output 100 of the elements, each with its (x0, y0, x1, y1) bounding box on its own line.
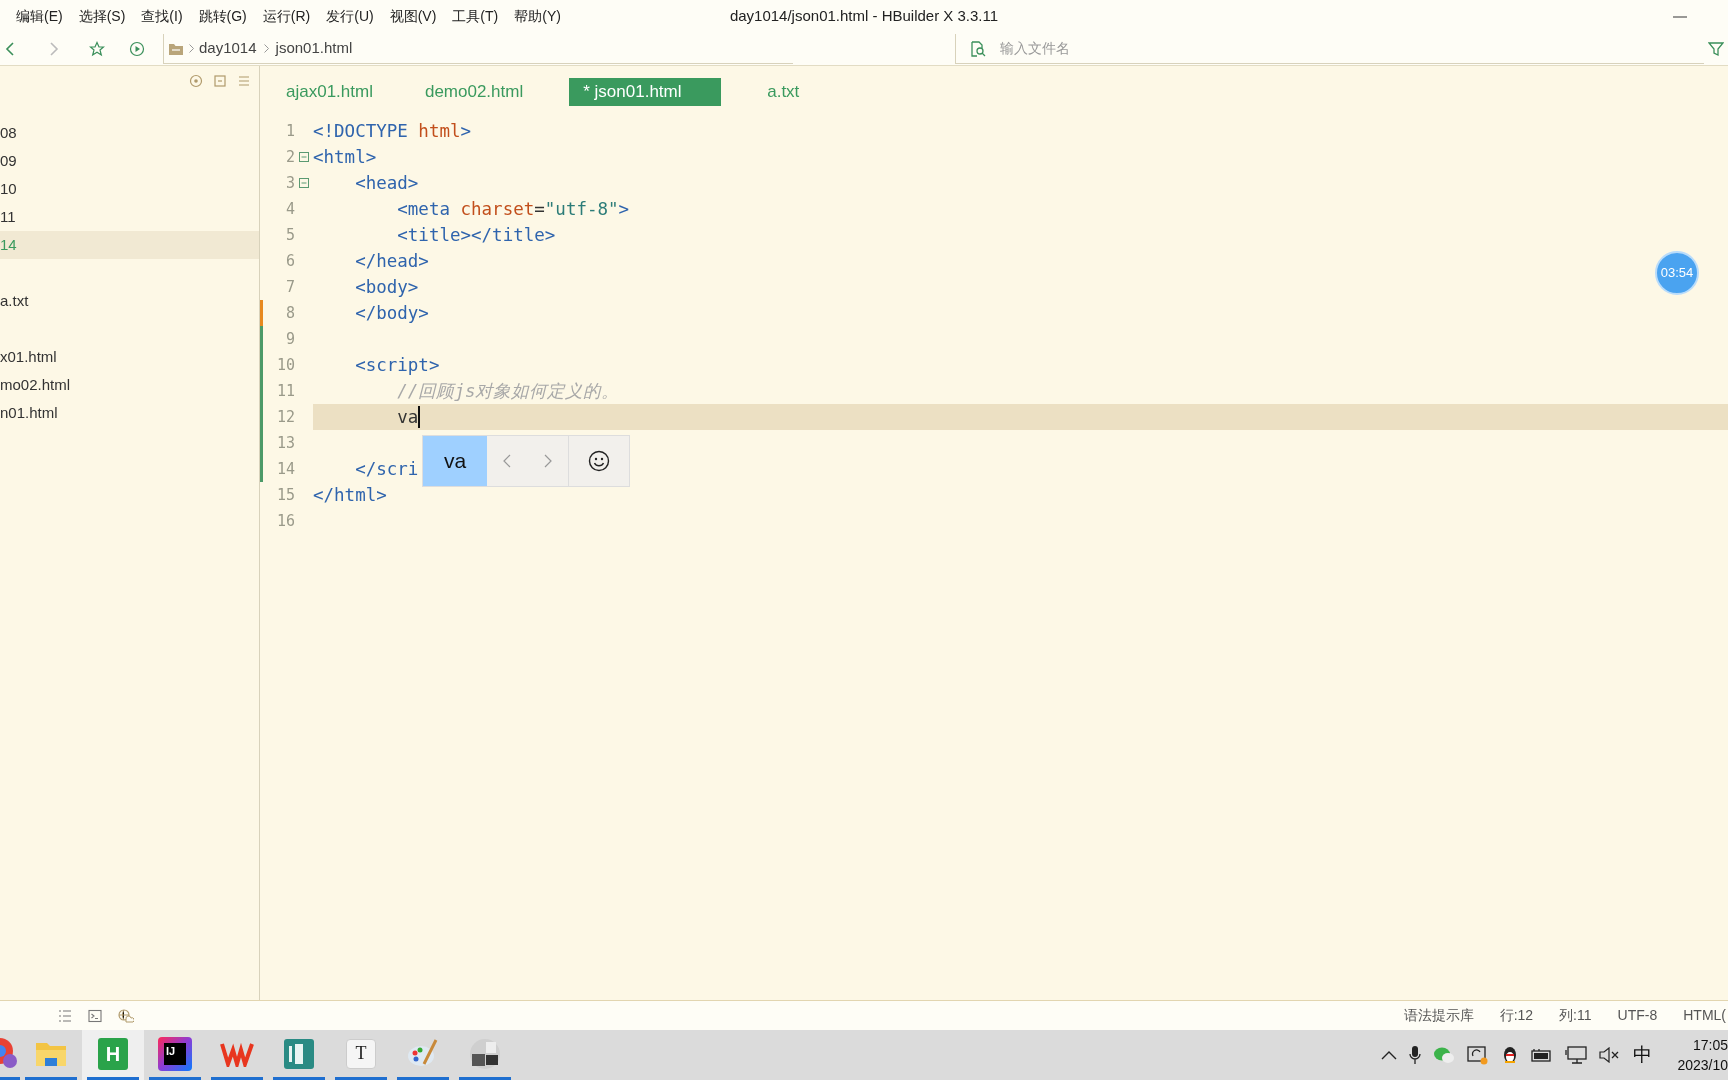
line-number: 16 (275, 510, 295, 532)
line-number: 15 (275, 484, 295, 506)
search-icon (970, 40, 986, 57)
running-indicator (335, 1077, 387, 1080)
star-icon[interactable] (89, 41, 105, 57)
reader-logo-icon (283, 1037, 315, 1070)
file-tree-item[interactable]: 11 (0, 203, 259, 231)
status-item[interactable]: 语法提示库 (1403, 1005, 1474, 1026)
locate-icon[interactable] (189, 74, 203, 88)
line-number: 9 (284, 328, 295, 350)
line-number: 7 (284, 276, 295, 298)
file-tree-item[interactable]: x01.html (0, 343, 259, 371)
file-search-field[interactable]: 输入文件名 (955, 34, 1704, 64)
line-number: 6 (284, 250, 295, 272)
line-number: 14 (275, 458, 295, 480)
running-indicator (273, 1077, 325, 1080)
mute-icon[interactable] (1599, 1047, 1621, 1063)
microphone-icon[interactable] (1409, 1045, 1421, 1065)
line-number: 1 (284, 120, 295, 142)
running-indicator (211, 1077, 263, 1080)
chevron-right-icon (189, 44, 194, 53)
menu-item[interactable]: 工具(T) (452, 6, 499, 27)
input-method-indicator[interactable]: 中 (1633, 1040, 1652, 1070)
penguin-icon[interactable] (1501, 1045, 1519, 1065)
fold-icon[interactable] (299, 178, 309, 188)
menu-item[interactable]: 跳转(G) (198, 6, 247, 27)
code-line: va (397, 405, 419, 429)
code-line: <!DOCTYPE html> (313, 119, 472, 143)
ide-logo-icon: IJ (158, 1036, 192, 1071)
ime-candidate[interactable]: va (423, 436, 487, 486)
menu-item[interactable]: 视图(V) (389, 6, 437, 27)
clock[interactable]: 17:05 2023/10 (1670, 1035, 1728, 1075)
menu-item[interactable]: 编辑(E) (16, 6, 63, 27)
line-number: 4 (284, 198, 295, 220)
folder-icon (168, 41, 184, 56)
previous-page-icon[interactable] (503, 454, 512, 468)
typora-logo-icon: T (346, 1038, 376, 1069)
code-line: </scri (355, 457, 419, 481)
menu-item[interactable]: 帮助(Y) (514, 6, 561, 27)
running-indicator (25, 1077, 77, 1080)
chat-icon[interactable] (1433, 1046, 1455, 1064)
status-item[interactable]: HTML( (1683, 1005, 1726, 1026)
file-search-input[interactable]: 输入文件名 (1000, 38, 1704, 59)
code-line: //回顾js对象如何定义的。 (397, 379, 620, 403)
code-line: </body> (355, 301, 429, 325)
taskbar-button[interactable]: IJ (144, 1030, 206, 1080)
code-line: </html> (313, 483, 387, 507)
fold-icon[interactable] (299, 152, 309, 162)
running-indicator (459, 1077, 511, 1080)
code-line: <script> (355, 353, 440, 377)
sync-icon[interactable] (1467, 1045, 1489, 1065)
menu-item[interactable]: 选择(S) (78, 6, 126, 27)
menu-item[interactable]: 发行(U) (326, 6, 374, 27)
line-number: 12 (275, 406, 295, 428)
run-icon[interactable] (129, 41, 145, 57)
code-line: <meta charset="utf-8"> (397, 197, 630, 221)
menu-item[interactable]: 运行(R) (262, 6, 311, 27)
breadcrumb-item[interactable]: day1014 (199, 37, 257, 60)
file-tree-item[interactable]: 08 (0, 119, 259, 147)
code-line: <body> (355, 275, 419, 299)
running-indicator (87, 1077, 139, 1080)
editor-tab[interactable]: * json01.html (569, 78, 722, 106)
window-title: day1014/json01.html - HBuilder X 3.3.11 (729, 6, 999, 27)
line-number: 2 (284, 146, 295, 168)
menu-item[interactable]: 查找(I) (141, 6, 183, 27)
running-indicator (397, 1077, 449, 1080)
filter-icon[interactable] (1708, 41, 1724, 57)
file-tree-item[interactable]: mo02.html (0, 371, 259, 399)
next-page-icon[interactable] (543, 454, 552, 468)
chevron-right-icon (263, 44, 269, 53)
line-number: 5 (284, 224, 295, 246)
line-number: 8 (284, 302, 295, 324)
breadcrumb-item[interactable]: json01.html (275, 37, 353, 60)
code-line: <html> (313, 145, 377, 169)
file-tree-item[interactable]: 09 (0, 147, 259, 175)
terminal-icon[interactable] (88, 1008, 102, 1023)
hbuilder-logo-icon: H (98, 1037, 128, 1070)
status-item[interactable]: UTF-8 (1617, 1005, 1658, 1026)
code-line: <head> (355, 171, 419, 195)
back-icon[interactable] (5, 41, 15, 57)
avatar-icon (469, 1037, 501, 1070)
status-item[interactable]: 行:12 (1499, 1005, 1534, 1026)
battery-icon[interactable] (1531, 1048, 1553, 1062)
line-number: 13 (275, 432, 295, 454)
line-number: 10 (275, 354, 295, 376)
code-line: <title></title> (397, 223, 556, 247)
running-indicator (0, 1077, 20, 1080)
status-item[interactable]: 列:11 (1559, 1005, 1592, 1026)
office-logo-icon (220, 1040, 254, 1067)
file-tree-item[interactable]: 10 (0, 175, 259, 203)
taskbar-button[interactable]: T (330, 1030, 392, 1080)
globe-cloud-icon[interactable] (118, 1008, 134, 1023)
smiley-icon[interactable] (588, 450, 610, 472)
chevron-up-icon[interactable] (1381, 1050, 1397, 1060)
file-tree-item[interactable]: n01.html (0, 399, 259, 427)
running-indicator (149, 1077, 201, 1080)
file-tree-item[interactable]: a.txt (0, 287, 259, 315)
line-number: 11 (275, 380, 295, 402)
network-icon[interactable] (1565, 1046, 1587, 1064)
browser-icon (0, 1036, 18, 1071)
